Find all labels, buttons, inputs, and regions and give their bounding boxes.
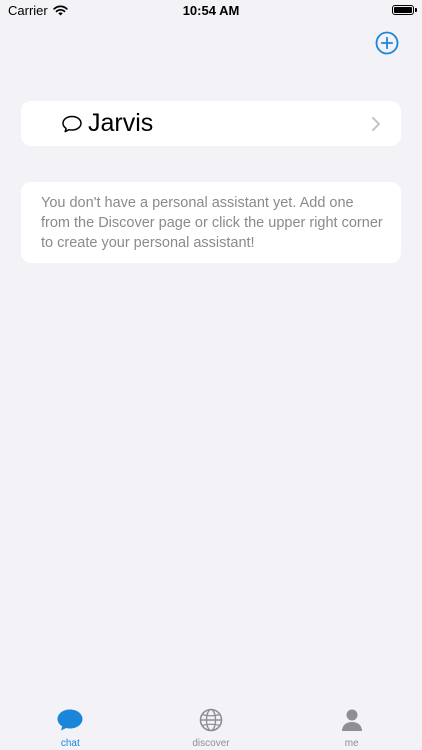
chat-bubble-icon (62, 115, 82, 133)
assistant-list-item[interactable]: Jarvis (21, 101, 401, 146)
status-time: 10:54 AM (182, 3, 240, 18)
assistant-name: Jarvis (88, 109, 154, 137)
chevron-right-icon (372, 117, 380, 131)
chat-bubble-fill-icon (57, 709, 83, 731)
tab-chat[interactable]: chat (0, 702, 141, 750)
tab-bar: chat discover me (0, 702, 422, 750)
tab-label: me (344, 738, 359, 749)
add-assistant-button[interactable] (375, 31, 399, 55)
globe-icon (199, 708, 223, 732)
tab-discover[interactable]: discover (141, 702, 282, 750)
tab-label: discover (192, 738, 230, 749)
tab-me[interactable]: me (281, 702, 422, 750)
battery-icon (392, 5, 417, 15)
plus-circle-icon (375, 31, 399, 55)
tab-label: chat (60, 738, 80, 749)
empty-state-card: You don't have a personal assistant yet.… (21, 182, 401, 263)
status-bar: Carrier 10:54 AM (0, 0, 422, 24)
empty-state-message: You don't have a personal assistant yet.… (41, 195, 383, 251)
person-icon (341, 709, 362, 731)
